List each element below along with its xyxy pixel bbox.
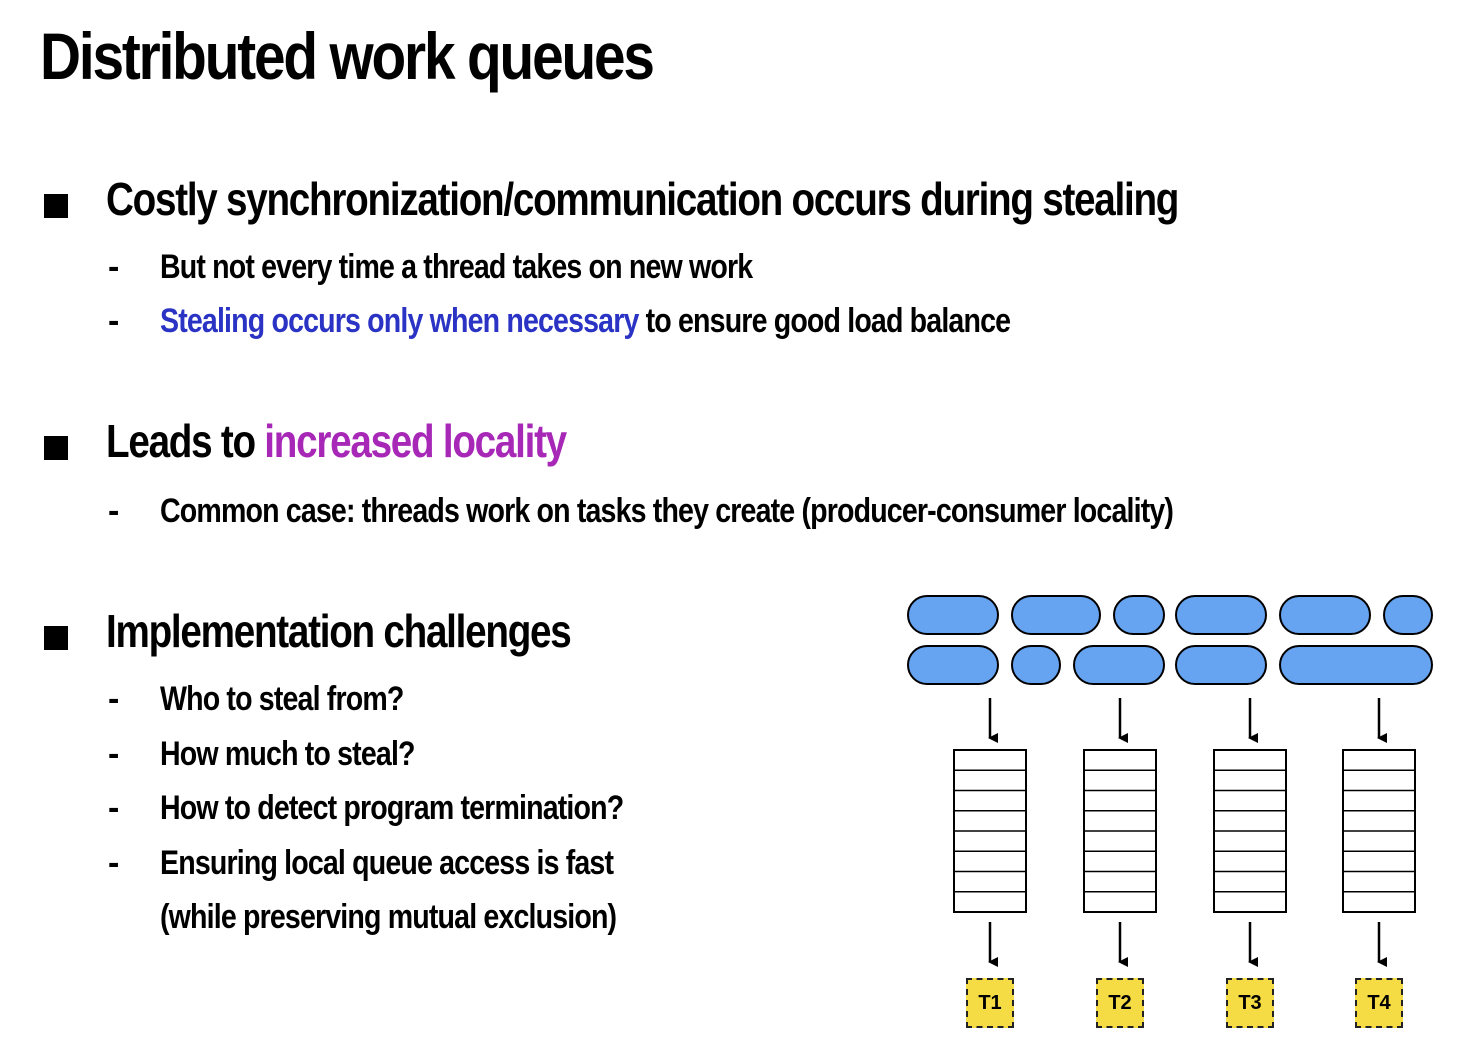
section-3-heading: Implementation challenges [106, 605, 572, 657]
section-3-item-2: How much to steal? [160, 735, 415, 773]
thread-queue [1342, 749, 1416, 913]
stealing-highlight: Stealing occurs only when necessary [160, 302, 639, 340]
section-2-heading: Leads to increased locality [106, 414, 567, 468]
thread-queue [953, 749, 1027, 913]
section-2-item-1: Common case: threads work on tasks they … [160, 492, 1174, 530]
locality-prefix: Leads to [106, 415, 265, 467]
thread-label: T4 [1355, 978, 1403, 1028]
task-pill [907, 645, 999, 685]
thread-queues [953, 698, 1416, 967]
dash-marker: - [108, 492, 120, 530]
thread-label: T1 [966, 978, 1014, 1028]
dash-marker: - [108, 680, 120, 718]
section-3-item-4-continued: (while preserving mutual exclusion) [160, 898, 617, 936]
task-pill [907, 595, 999, 635]
thread-queue [1083, 749, 1157, 913]
task-pill [1113, 595, 1165, 635]
thread-label: T2 [1096, 978, 1144, 1028]
task-pill [1073, 645, 1165, 685]
bullet-marker-2 [44, 436, 68, 460]
stealing-rest: to ensure good load balance [638, 302, 1011, 340]
bullet-marker-1 [44, 194, 68, 218]
locality-highlight: increased locality [264, 415, 567, 467]
task-pool [907, 595, 1433, 685]
task-pill [1383, 595, 1433, 635]
thread-queue [1213, 749, 1287, 913]
section-3-item-3: How to detect program termination? [160, 789, 624, 827]
task-pill [1175, 595, 1267, 635]
section-3-item-1: Who to steal from? [160, 680, 404, 718]
section-1-item-1: But not every time a thread takes on new… [160, 248, 753, 286]
task-pill [1279, 595, 1371, 635]
task-pill [1175, 645, 1267, 685]
task-pill [1011, 645, 1061, 685]
section-1-heading: Costly synchronization/communication occ… [106, 173, 1179, 225]
page-title: Distributed work queues [40, 19, 655, 93]
section-3-item-4: Ensuring local queue access is fast [160, 844, 614, 882]
dash-marker: - [108, 735, 120, 773]
dash-marker: - [108, 302, 120, 340]
dash-marker: - [108, 248, 120, 286]
bullet-marker-3 [44, 626, 68, 650]
dash-marker: - [108, 844, 120, 882]
dash-marker: - [108, 789, 120, 827]
section-1-item-2: Stealing occurs only when necessary to e… [160, 302, 1011, 341]
task-pill [1279, 645, 1433, 685]
task-pill [1011, 595, 1101, 635]
thread-label: T3 [1226, 978, 1274, 1028]
